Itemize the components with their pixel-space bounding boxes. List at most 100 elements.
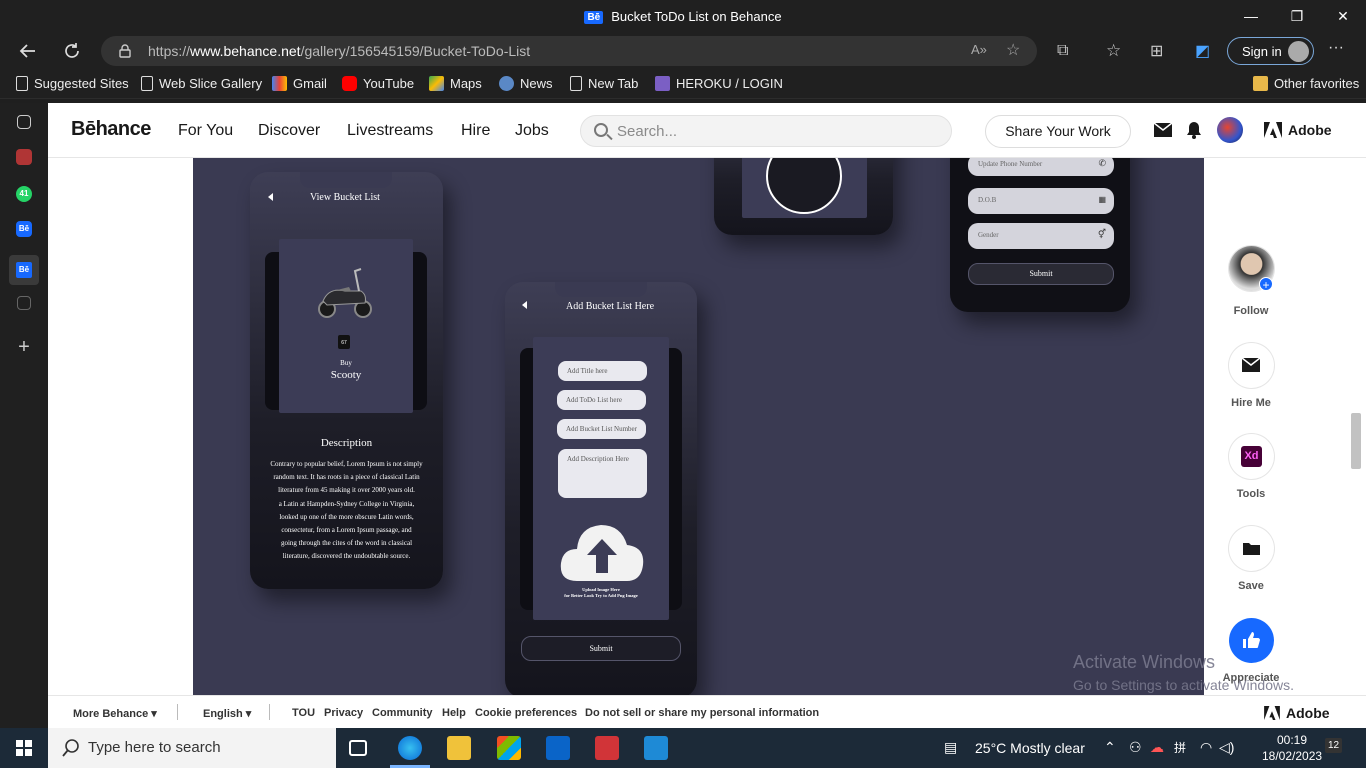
hire-me-label[interactable]: Hire Me xyxy=(1211,397,1291,409)
mail-app-icon[interactable] xyxy=(546,736,570,760)
description-title: Description xyxy=(320,437,373,449)
follow-label[interactable]: Follow xyxy=(1211,305,1291,317)
tab-placeholder-icon[interactable] xyxy=(17,296,31,310)
footer-link-do-not-sell[interactable]: Do not sell or share my personal informa… xyxy=(585,707,819,719)
file-explorer-icon[interactable] xyxy=(447,736,471,760)
tab-app-icon[interactable] xyxy=(16,149,32,165)
settings-more-button[interactable]: ··· xyxy=(1328,39,1344,57)
save-label[interactable]: Save xyxy=(1211,580,1291,592)
other-favorites[interactable]: Other favorites xyxy=(1253,76,1359,91)
share-your-work-button[interactable]: Share Your Work xyxy=(985,115,1131,148)
footer-adobe-link[interactable]: Adobe xyxy=(1286,705,1330,721)
wifi-icon[interactable]: ◠ xyxy=(1200,739,1212,756)
cloud-error-icon[interactable]: ☁ xyxy=(1150,739,1164,756)
notifications-bell-icon[interactable] xyxy=(1186,121,1202,139)
price-tag: 67 xyxy=(338,335,350,349)
phone-add-bucket-list: Add Bucket List Here Add Title here Add … xyxy=(505,282,697,695)
windows-start-icon[interactable] xyxy=(16,740,32,756)
footer-link-help[interactable]: Help xyxy=(442,707,466,719)
behance-tab-icon[interactable]: Bē xyxy=(16,221,32,237)
behance-active-tab[interactable]: Bē xyxy=(9,255,39,285)
add-todo-field: Add ToDo List here xyxy=(557,390,646,410)
bookmark-heroku[interactable]: HEROKU / LOGIN xyxy=(655,76,783,91)
bookmark-news[interactable]: News xyxy=(499,76,553,91)
notification-center-icon[interactable]: 12 xyxy=(1325,738,1343,753)
weather-icon: ▤ xyxy=(944,739,958,755)
tools-button[interactable]: Xd xyxy=(1229,434,1274,479)
add-favorite-icon[interactable]: ☆ xyxy=(1006,40,1020,60)
bookmark-maps[interactable]: Maps xyxy=(429,76,482,91)
window-title-text: Bucket ToDo List on Behance xyxy=(611,9,782,24)
clock-time[interactable]: 00:19 xyxy=(1277,733,1307,747)
task-view-icon[interactable] xyxy=(349,740,367,756)
dob-field: D.O.B ▦ xyxy=(968,188,1114,214)
nav-jobs[interactable]: Jobs xyxy=(515,122,549,140)
gender-field: Gender ⚥ xyxy=(968,223,1114,249)
nav-hire[interactable]: Hire xyxy=(461,122,490,140)
minimize-button[interactable]: — xyxy=(1228,0,1274,33)
read-aloud-icon[interactable]: A» xyxy=(971,42,987,57)
bookmark-web-slice-gallery[interactable]: Web Slice Gallery xyxy=(141,76,262,91)
footer-link-community[interactable]: Community xyxy=(372,707,433,719)
footer-link-privacy[interactable]: Privacy xyxy=(324,707,363,719)
back-icon xyxy=(522,301,527,309)
nav-livestreams[interactable]: Livestreams xyxy=(347,122,433,140)
footer-link-cookie-preferences[interactable]: Cookie preferences xyxy=(475,707,577,719)
bookmark-new-tab[interactable]: New Tab xyxy=(570,76,638,91)
refresh-button[interactable] xyxy=(57,37,87,65)
adobe-link[interactable]: Adobe xyxy=(1288,122,1332,138)
whatsapp-tab-icon[interactable]: 41 xyxy=(16,186,32,202)
adobe-xd-icon: Xd xyxy=(1241,446,1262,467)
microsoft-store-icon[interactable] xyxy=(497,736,521,760)
search-input[interactable]: Search... xyxy=(580,115,952,147)
weather-text[interactable]: 25°C Mostly clear xyxy=(975,740,1085,756)
bookmark-gmail[interactable]: Gmail xyxy=(272,76,327,91)
edge-taskbar-icon[interactable] xyxy=(398,736,422,760)
address-bar[interactable]: https://www.behance.net/gallery/15654515… xyxy=(101,36,1037,66)
save-button[interactable] xyxy=(1229,526,1274,571)
behance-footer: More Behance ▾ English ▾ TOU Privacy Com… xyxy=(48,695,1366,728)
upload-hint: Upload Image Here for Better Look Try to… xyxy=(564,587,638,598)
extensions-icon[interactable]: ⧉ xyxy=(1057,42,1068,60)
language-ime-icon[interactable]: 拼 xyxy=(1174,739,1186,756)
bookmark-suggested-sites[interactable]: Suggested Sites xyxy=(16,76,129,91)
sign-in-button[interactable]: Sign in xyxy=(1227,37,1314,65)
clock-date[interactable]: 18/02/2023 xyxy=(1262,749,1322,763)
more-behance-dropdown[interactable]: More Behance ▾ xyxy=(73,707,157,720)
footer-divider xyxy=(177,704,178,720)
language-dropdown[interactable]: English ▾ xyxy=(203,707,251,720)
edge-share-icon[interactable]: ◩ xyxy=(1195,41,1210,61)
page-scrollbar-thumb[interactable] xyxy=(1351,413,1361,469)
back-button[interactable] xyxy=(13,37,43,65)
page-icon xyxy=(570,76,582,91)
tools-label[interactable]: Tools xyxy=(1211,488,1291,500)
user-avatar[interactable] xyxy=(1217,117,1243,143)
taskbar-search-input[interactable]: Type here to search xyxy=(48,728,336,768)
footer-link-tou[interactable]: TOU xyxy=(292,707,315,719)
favorites-icon[interactable]: ☆ xyxy=(1106,41,1121,61)
nav-discover[interactable]: Discover xyxy=(258,122,320,140)
show-hidden-icons[interactable]: ⌃ xyxy=(1104,739,1116,756)
volume-icon[interactable]: ◁) xyxy=(1219,739,1234,756)
window-title-bar: Bē Bucket ToDo List on Behance — ❐ ✕ xyxy=(0,0,1366,33)
new-tab-plus-icon[interactable]: + xyxy=(12,335,36,359)
mail-icon[interactable] xyxy=(1154,123,1172,137)
folder-icon xyxy=(1253,76,1268,91)
close-button[interactable]: ✕ xyxy=(1320,0,1366,33)
buy-label: Buy xyxy=(340,359,352,367)
appreciate-button[interactable] xyxy=(1229,618,1274,663)
hire-me-button[interactable] xyxy=(1229,343,1274,388)
browser-toolbar: https://www.behance.net/gallery/15654515… xyxy=(0,33,1366,69)
tab-actions-icon[interactable] xyxy=(17,115,31,129)
behance-logo[interactable]: Bēhance xyxy=(71,118,151,141)
wps-office-icon[interactable] xyxy=(595,736,619,760)
vscode-icon[interactable] xyxy=(644,736,668,760)
screen-title: View Bucket List xyxy=(310,192,380,203)
restore-button[interactable]: ❐ xyxy=(1274,0,1320,33)
usb-icon[interactable]: ⚇ xyxy=(1129,739,1142,756)
windows-taskbar: Type here to search ▤ 25°C Mostly clear … xyxy=(0,728,1366,768)
search-placeholder: Search... xyxy=(617,123,678,140)
nav-for-you[interactable]: For You xyxy=(178,122,233,140)
bookmark-youtube[interactable]: YouTube xyxy=(342,76,414,91)
collections-icon[interactable]: ⊞ xyxy=(1150,41,1163,61)
